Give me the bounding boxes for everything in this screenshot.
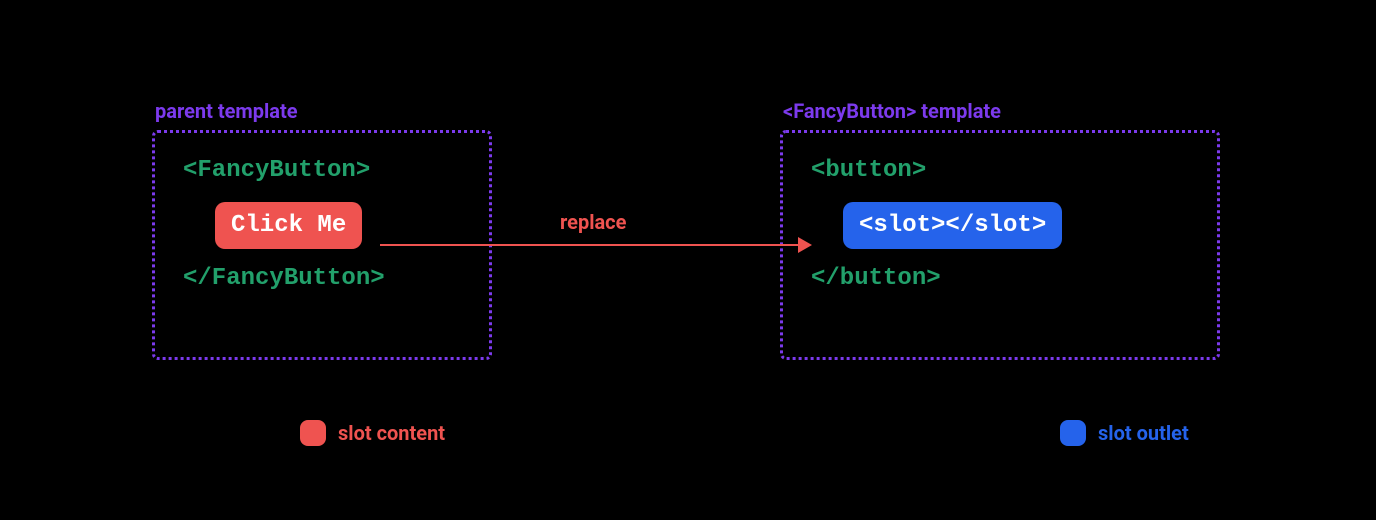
- fancybutton-template-panel: <FancyButton> template <button> <slot></…: [780, 130, 1220, 360]
- swatch-red-icon: [300, 420, 326, 446]
- legend-slot-content: slot content: [300, 420, 445, 446]
- legend-slot-outlet: slot outlet: [1060, 420, 1189, 446]
- fancybutton-template-label: <FancyButton> template: [783, 99, 1001, 123]
- legend-slot-outlet-label: slot outlet: [1098, 421, 1189, 445]
- parent-template-label: parent template: [155, 99, 298, 123]
- replace-label: replace: [560, 210, 626, 234]
- legend-slot-content-label: slot content: [338, 421, 445, 445]
- slot-outlet-chip: <slot></slot>: [843, 202, 1062, 249]
- slot-content-chip: Click Me: [215, 202, 362, 249]
- swatch-blue-icon: [1060, 420, 1086, 446]
- replace-arrow: [380, 244, 810, 246]
- parent-close-tag: </FancyButton>: [183, 265, 461, 294]
- slot-diagram: parent template <FancyButton> Click Me <…: [0, 0, 1376, 520]
- button-close-tag: </button>: [811, 265, 1189, 294]
- button-open-tag: <button>: [811, 157, 1189, 186]
- parent-open-tag: <FancyButton>: [183, 157, 461, 186]
